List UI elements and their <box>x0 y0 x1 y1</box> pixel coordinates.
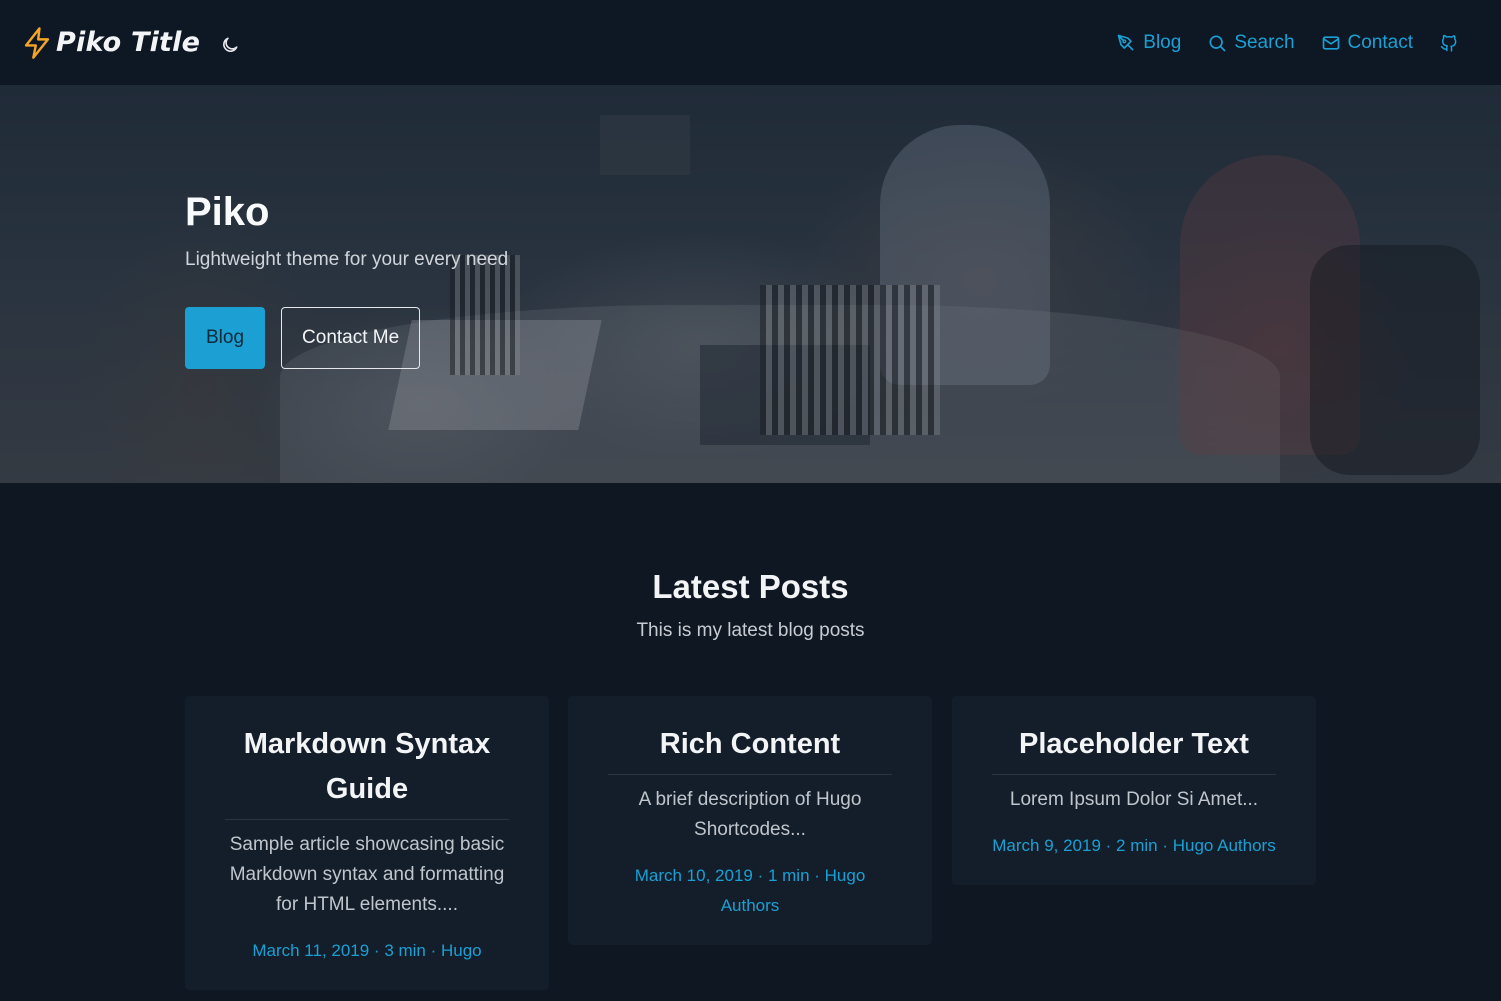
nav-search-label: Search <box>1234 31 1295 53</box>
latest-posts-subtitle: This is my latest blog posts <box>636 620 865 641</box>
post-meta: March 11, 2019 · 3 min · Hugo <box>252 941 482 960</box>
blog-button[interactable]: Blog <box>185 307 266 369</box>
hero-banner: Piko Lightweight theme for your every ne… <box>0 85 1501 483</box>
nav-contact-label: Contact <box>1347 31 1413 53</box>
post-title[interactable]: Placeholder Text <box>990 722 1278 767</box>
contact-me-button[interactable]: Contact Me <box>281 307 421 369</box>
post-description: A brief description of Hugo Shortcodes..… <box>638 789 862 840</box>
github-icon <box>1440 34 1457 52</box>
brand-title[interactable]: Piko Title <box>56 27 200 58</box>
hero-buttons: Blog Contact Me <box>185 307 508 369</box>
nav-github[interactable] <box>1439 33 1459 53</box>
moon-icon[interactable] <box>220 35 240 55</box>
post-description: Lorem Ipsum Dolor Si Amet... <box>1009 789 1259 810</box>
nav-blog-label: Blog <box>1143 31 1182 53</box>
post-divider <box>992 774 1276 775</box>
post-meta: March 10, 2019 · 1 min · Hugo Authors <box>634 866 866 915</box>
brand[interactable]: Piko Title <box>22 26 240 60</box>
search-icon <box>1209 35 1226 51</box>
site-header: Piko Title Blog Search Contact <box>0 0 1501 85</box>
nav-search[interactable]: Search <box>1207 31 1295 54</box>
latest-posts-title: Latest Posts <box>652 568 849 605</box>
post-card[interactable]: Markdown Syntax Guide Sample article sho… <box>185 696 549 990</box>
post-meta: March 9, 2019 · 2 min · Hugo Authors <box>992 836 1276 855</box>
lightning-bolt-icon <box>24 26 50 59</box>
post-card[interactable]: Placeholder Text Lorem Ipsum Dolor Si Am… <box>952 696 1316 885</box>
nav-blog[interactable]: Blog <box>1116 32 1181 54</box>
hero-title: Piko <box>185 190 270 234</box>
post-divider <box>225 819 509 820</box>
mail-icon <box>1322 35 1339 50</box>
hero-content: Piko Lightweight theme for your every ne… <box>185 190 508 369</box>
pen-tool-icon <box>1117 34 1134 51</box>
post-card[interactable]: Rich Content A brief description of Hugo… <box>568 696 932 945</box>
post-description: Sample article showcasing basic Markdown… <box>229 834 505 915</box>
post-title[interactable]: Markdown Syntax Guide <box>223 722 511 812</box>
post-divider <box>608 774 892 775</box>
post-title[interactable]: Rich Content <box>606 722 894 767</box>
main-nav: Blog Search Contact <box>1116 32 1459 54</box>
nav-contact[interactable]: Contact <box>1321 32 1413 54</box>
hero-subtitle: Lightweight theme for your every need <box>185 249 509 270</box>
